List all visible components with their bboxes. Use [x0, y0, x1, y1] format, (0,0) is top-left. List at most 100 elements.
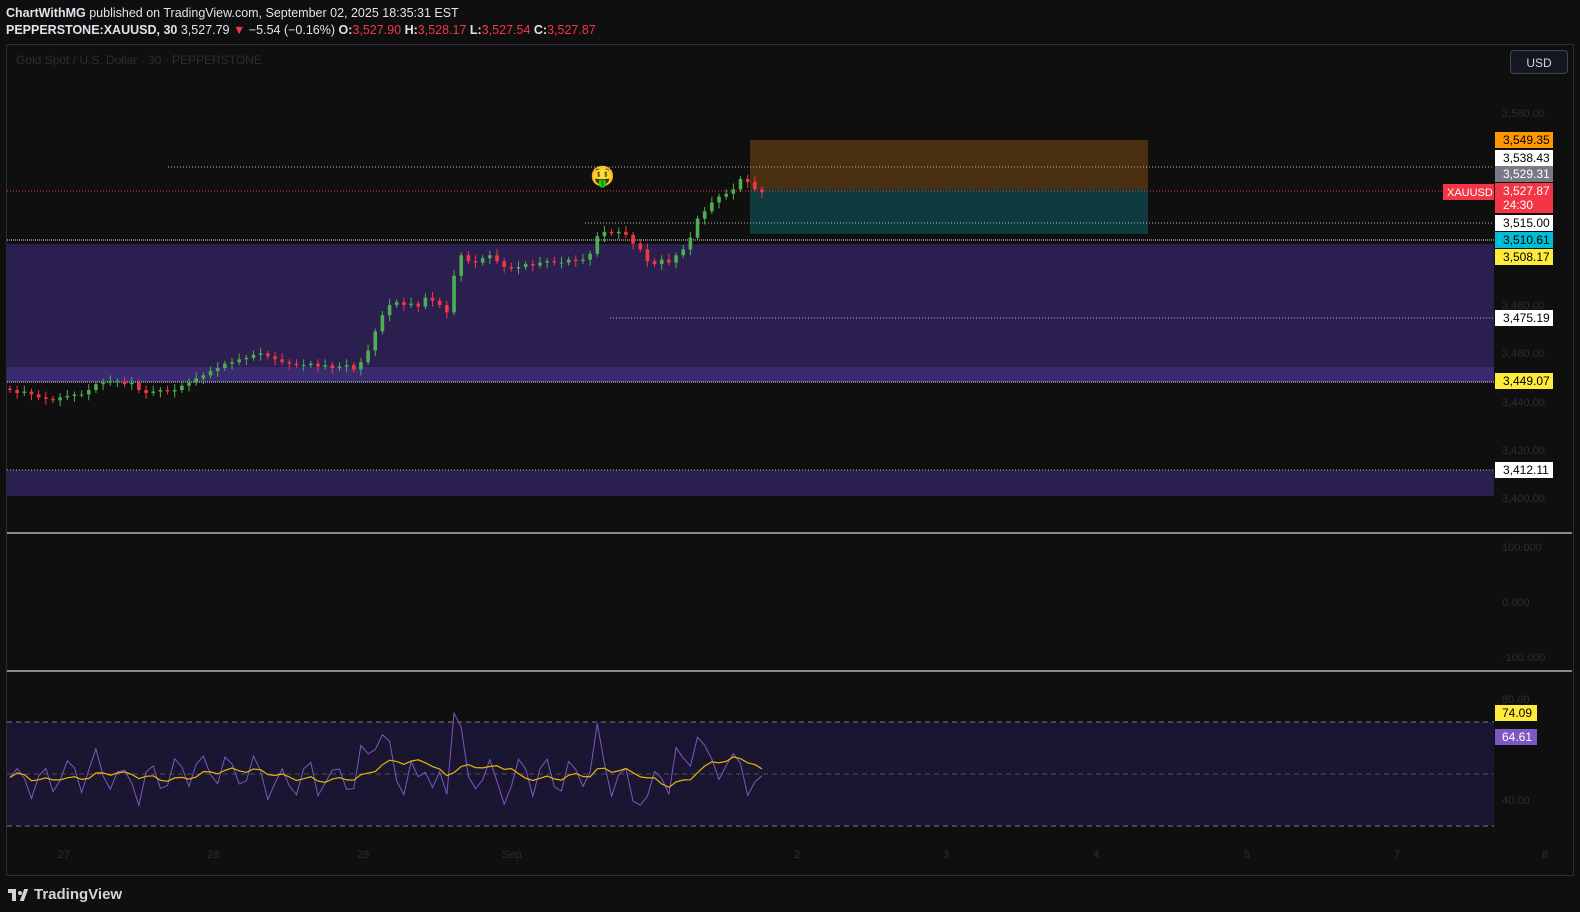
- price-chart[interactable]: Gold Spot / U.S. Dollar · 30 · PEPPERSTO…: [0, 0, 1580, 912]
- candle-body: [602, 231, 607, 237]
- candle-body: [674, 255, 678, 263]
- rsi-tick-label: 80.00: [1502, 694, 1530, 706]
- price-label: 3,515.00: [1503, 216, 1550, 230]
- price-label: 3,549.35: [1503, 133, 1550, 147]
- money-face-emoji: 🤑: [590, 165, 615, 188]
- candle-body: [294, 363, 299, 366]
- candle-body: [409, 303, 413, 306]
- candle-body: [702, 211, 707, 219]
- price-label: 3,449.07: [1503, 374, 1550, 388]
- candle-body: [595, 236, 600, 254]
- candle-body: [738, 179, 743, 190]
- time-tick-label: 7: [1394, 849, 1400, 861]
- time-tick-label: 3: [943, 849, 949, 861]
- candle-body: [215, 368, 220, 372]
- candle-body: [416, 303, 421, 307]
- candle-body: [351, 365, 356, 370]
- candle-body: [624, 231, 628, 235]
- candle-body: [301, 365, 306, 367]
- candle-body: [151, 391, 156, 393]
- candle-body: [538, 262, 542, 266]
- volume-tick-label: 0.000: [1502, 597, 1530, 609]
- candle-body: [645, 249, 650, 262]
- time-tick-label: 5: [1244, 849, 1250, 861]
- candle-body: [8, 388, 12, 391]
- candle-body: [760, 189, 764, 193]
- candle-body: [373, 331, 378, 351]
- candle-body: [129, 382, 134, 385]
- candle-body: [753, 182, 757, 190]
- candle-body: [22, 391, 27, 393]
- candle-body: [437, 300, 442, 306]
- candle-body: [387, 305, 392, 316]
- candle-body: [652, 261, 657, 265]
- candle-body: [452, 275, 456, 313]
- candle-body: [724, 193, 728, 197]
- candle-body: [316, 363, 320, 367]
- candle-body: [122, 381, 127, 385]
- candle-body: [523, 264, 528, 267]
- rsi-value-label: 64.61: [1502, 730, 1532, 744]
- candle-body: [745, 179, 750, 183]
- candle-body: [459, 255, 463, 276]
- candle-body: [545, 261, 549, 263]
- candle-body: [266, 353, 270, 357]
- supply-zone: [7, 244, 1494, 368]
- time-tick-label: 2: [794, 849, 800, 861]
- candle-body: [380, 315, 385, 332]
- candle-body: [516, 266, 521, 269]
- candle-body: [559, 262, 564, 264]
- price-label: 3,475.19: [1503, 311, 1550, 325]
- candle-body: [552, 261, 557, 263]
- candle-body: [79, 394, 84, 396]
- candle-body: [609, 231, 614, 234]
- candle-body: [101, 382, 105, 385]
- candle-body: [466, 255, 471, 262]
- price-label: 3,529.31: [1503, 167, 1550, 181]
- candle-body: [566, 259, 571, 263]
- candle-body: [480, 258, 485, 263]
- candle-body: [323, 365, 327, 367]
- candle-body: [366, 350, 370, 363]
- candle-body: [58, 397, 62, 401]
- price-label: 3,538.43: [1503, 151, 1550, 165]
- candle-body: [144, 390, 148, 393]
- candle-body: [251, 354, 256, 358]
- candle-body: [423, 297, 428, 307]
- take-profit-box: [750, 189, 1148, 234]
- price-tick-label: 3,560.00: [1502, 108, 1545, 120]
- candle-body: [402, 302, 406, 306]
- candle-body: [280, 359, 284, 363]
- candle-body: [94, 384, 98, 391]
- candle-body: [108, 381, 113, 383]
- currency-button[interactable]: USD: [1510, 50, 1568, 74]
- candle-body: [309, 363, 313, 366]
- price-label: 3,508.17: [1503, 250, 1550, 264]
- candle-body: [659, 259, 664, 265]
- candle-body: [488, 255, 492, 259]
- candle-body: [187, 382, 191, 386]
- stop-loss-box: [750, 140, 1148, 189]
- candle-body: [681, 249, 686, 256]
- price-label: 3,527.87: [1503, 184, 1550, 198]
- candle-body: [337, 366, 342, 369]
- time-tick-label: 28: [207, 849, 219, 861]
- candle-body: [230, 362, 234, 364]
- candle-body: [330, 365, 335, 369]
- candle-body: [273, 356, 277, 360]
- candle-body: [172, 390, 177, 392]
- candle-body: [137, 382, 141, 391]
- candle-body: [616, 231, 621, 234]
- candle-body: [165, 390, 170, 392]
- tradingview-logo-icon: [8, 888, 30, 901]
- candle-body: [237, 359, 241, 363]
- candle-body: [717, 196, 721, 203]
- tradingview-brand: TradingView: [8, 886, 122, 903]
- candle-body: [158, 390, 163, 392]
- price-label: 3,510.61: [1503, 233, 1550, 247]
- time-tick-label: Sep: [502, 849, 522, 861]
- candle-body: [731, 189, 736, 194]
- candle-body: [631, 234, 635, 244]
- candle-body: [115, 381, 120, 383]
- price-tick-label: 3,460.00: [1502, 348, 1545, 360]
